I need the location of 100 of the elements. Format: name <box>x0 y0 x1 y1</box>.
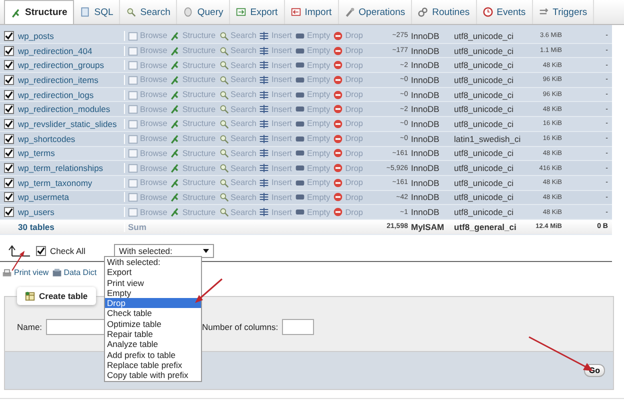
check-all-label[interactable]: Check All <box>50 246 110 256</box>
action-link[interactable]: Empty <box>294 30 330 41</box>
tab[interactable]: SQL <box>74 0 120 24</box>
tab[interactable]: Events <box>476 0 533 24</box>
dropdown-option[interactable]: Analyze table <box>105 339 201 350</box>
action-link[interactable]: Drop <box>333 90 363 100</box>
action-link[interactable]: Browse <box>128 148 168 158</box>
action-link[interactable]: Search <box>218 134 256 144</box>
action-link[interactable]: Drop <box>333 60 363 70</box>
tab[interactable]: Query <box>177 0 230 24</box>
action-link[interactable]: Structure <box>170 90 216 100</box>
dropdown-option[interactable]: Empty <box>105 288 201 298</box>
action-link[interactable]: Structure <box>170 207 216 218</box>
action-link[interactable]: Drop <box>333 104 363 114</box>
action-link[interactable]: Empty <box>294 134 330 144</box>
dropdown-option[interactable]: Print view <box>105 278 201 288</box>
checkbox[interactable] <box>4 46 14 56</box>
checkbox[interactable] <box>4 134 14 144</box>
action-link[interactable]: Insert <box>259 178 292 188</box>
table-name-link[interactable]: wp_users <box>18 207 125 218</box>
action-link[interactable]: Empty <box>294 148 330 158</box>
action-link[interactable]: Drop <box>333 118 363 129</box>
action-link[interactable]: Drop <box>333 30 363 41</box>
action-link[interactable]: Search <box>218 163 256 174</box>
tab[interactable]: Import <box>284 0 339 24</box>
action-link[interactable]: Search <box>218 30 256 41</box>
action-link[interactable]: Structure <box>170 118 216 129</box>
tab[interactable]: Structure <box>4 0 74 24</box>
action-link[interactable]: Structure <box>170 134 216 144</box>
dropdown-option[interactable]: With selected: <box>105 257 201 268</box>
link[interactable]: Data Dict <box>52 268 97 278</box>
table-name-link[interactable]: wp_term_relationships <box>18 163 125 174</box>
table-name-link[interactable]: wp_term_taxonomy <box>18 178 125 188</box>
with-selected-dropdown[interactable]: With selected: <box>114 244 214 258</box>
action-link[interactable]: Browse <box>128 46 168 56</box>
table-name-link[interactable]: wp_redirection_items <box>18 74 125 85</box>
action-link[interactable]: Insert <box>259 90 292 100</box>
dropdown-option[interactable]: Copy table with prefix <box>105 370 201 381</box>
checkbox[interactable] <box>4 104 14 114</box>
table-name-link[interactable]: wp_redirection_groups <box>18 60 125 70</box>
action-link[interactable]: Search <box>218 60 256 70</box>
action-link[interactable]: Structure <box>170 163 216 174</box>
action-link[interactable]: Drop <box>333 178 363 188</box>
action-link[interactable]: Insert <box>259 118 292 129</box>
action-link[interactable]: Browse <box>128 30 168 41</box>
action-link[interactable]: Browse <box>128 163 168 174</box>
tab[interactable]: Triggers <box>532 0 594 24</box>
action-link[interactable]: Browse <box>128 90 168 100</box>
action-link[interactable]: Drop <box>333 46 363 56</box>
action-link[interactable]: Empty <box>294 74 330 85</box>
action-link[interactable]: Browse <box>128 178 168 188</box>
checkbox[interactable] <box>4 192 14 202</box>
action-link[interactable]: Search <box>218 118 256 129</box>
action-link[interactable]: Structure <box>170 178 216 188</box>
table-name-link[interactable]: wp_usermeta <box>18 192 125 202</box>
dropdown-option[interactable]: Drop <box>105 298 201 308</box>
columns-field[interactable] <box>282 318 314 335</box>
table-name-link[interactable]: wp_posts <box>18 30 125 41</box>
action-link[interactable]: Structure <box>170 148 216 158</box>
action-link[interactable]: Empty <box>294 104 330 114</box>
checkbox[interactable] <box>4 163 14 174</box>
action-link[interactable]: Drop <box>333 163 363 174</box>
dropdown-option[interactable]: Add prefix to table <box>105 350 201 360</box>
dropdown-option[interactable]: Replace table prefix <box>105 360 201 370</box>
action-link[interactable]: Search <box>218 192 256 202</box>
action-link[interactable]: Structure <box>170 46 216 56</box>
action-link[interactable]: Structure <box>170 192 216 202</box>
action-link[interactable]: Browse <box>128 192 168 202</box>
dropdown-option[interactable]: Repair table <box>105 329 201 340</box>
action-link[interactable]: Browse <box>128 134 168 144</box>
action-link[interactable]: Search <box>218 104 256 114</box>
tab[interactable]: Routines <box>412 0 477 24</box>
checkbox[interactable] <box>4 30 14 41</box>
action-link[interactable]: Insert <box>259 148 292 158</box>
dropdown-option[interactable]: Optimize table <box>105 318 201 330</box>
action-link[interactable]: Empty <box>294 90 330 100</box>
dropdown-option[interactable]: Check table <box>105 308 201 319</box>
action-link[interactable]: Drop <box>333 207 363 218</box>
table-name-link[interactable]: wp_revslider_static_slides <box>18 118 125 129</box>
table-name-link[interactable]: wp_redirection_logs <box>18 90 125 100</box>
checkbox[interactable] <box>4 60 14 70</box>
action-link[interactable]: Browse <box>128 207 168 218</box>
action-link[interactable]: Insert <box>259 74 292 85</box>
checkbox[interactable] <box>4 207 14 218</box>
table-name-link[interactable]: wp_redirection_modules <box>18 104 125 114</box>
action-link[interactable]: Empty <box>294 178 330 188</box>
action-link[interactable]: Search <box>218 74 256 85</box>
checkbox[interactable] <box>4 74 14 85</box>
action-link[interactable]: Insert <box>259 46 292 56</box>
action-link[interactable]: Empty <box>294 207 330 218</box>
action-link[interactable]: Drop <box>333 134 363 144</box>
action-link[interactable]: Insert <box>259 134 292 144</box>
checkbox[interactable] <box>36 246 46 256</box>
action-link[interactable]: Structure <box>170 60 216 70</box>
action-link[interactable]: Search <box>218 207 256 218</box>
action-link[interactable]: Empty <box>294 192 330 202</box>
tab[interactable]: Export <box>230 0 285 24</box>
action-link[interactable]: Search <box>218 178 256 188</box>
action-link[interactable]: Insert <box>259 104 292 114</box>
action-link[interactable]: Drop <box>333 192 363 202</box>
